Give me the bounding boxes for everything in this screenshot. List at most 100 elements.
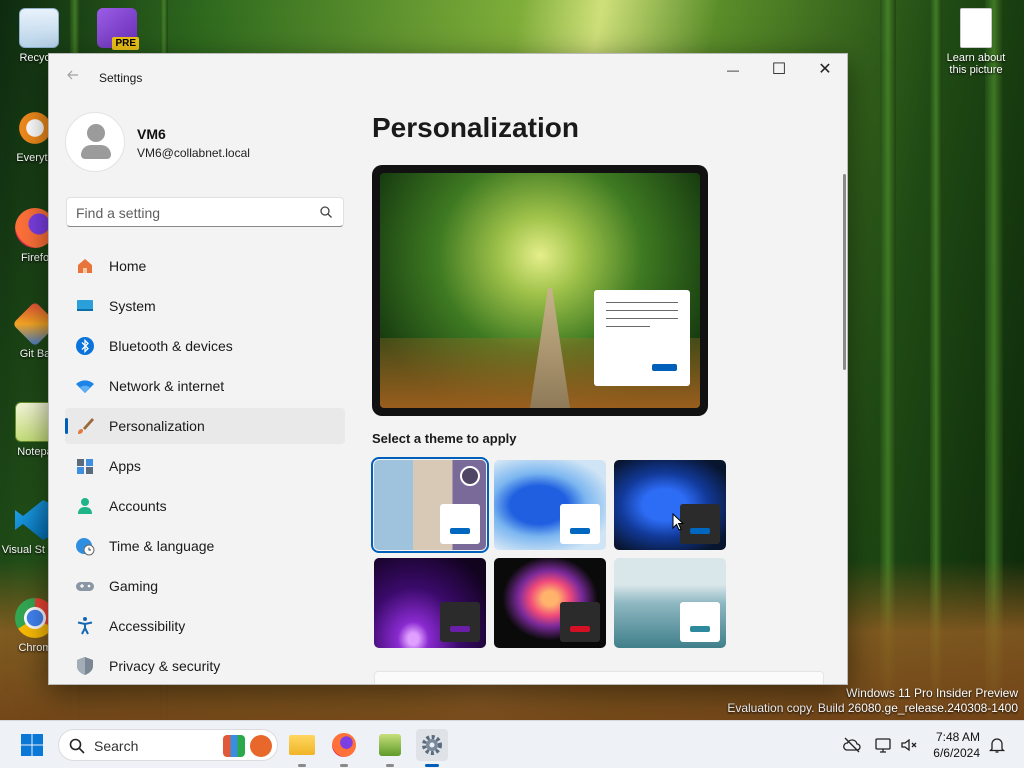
nav-label: System [109,298,156,314]
maximize-icon: ☐ [771,61,787,78]
back-arrow-icon [67,70,78,80]
globe-clock-icon [76,538,95,556]
settings-window: Settings — ☐ ✕ VM6 VM6@collabnet.local H… [48,53,848,685]
taskbar: Search 7:48 AM 6/6/2024 [0,720,1024,768]
theme-mini-window [680,602,720,642]
volume-muted-icon[interactable] [900,736,918,754]
accounts-icon [78,498,92,514]
user-profile[interactable]: VM6 VM6@collabnet.local [65,112,365,172]
nav-item-personalization[interactable]: Personalization [65,408,345,444]
nav-label: Apps [109,458,141,474]
scrollbar[interactable] [843,174,846,370]
nav-item-gaming[interactable]: Gaming [65,568,345,604]
cloud-offline-icon[interactable] [843,736,861,754]
nav-label: Privacy & security [109,658,221,674]
close-button[interactable]: ✕ [802,54,847,86]
bluetooth-icon [76,337,94,355]
theme-sunrise[interactable] [614,558,726,648]
system-display-icon [77,300,93,311]
theme-windows-dark[interactable] [614,460,726,550]
theme-captured-motion[interactable] [494,558,606,648]
gamepad-icon [76,582,94,591]
folder-icon [289,735,315,755]
find-setting-box[interactable] [66,197,344,227]
clock-date: 6/6/2024 [933,746,980,760]
taskbar-file-explorer[interactable] [286,729,318,767]
close-icon: ✕ [818,61,832,78]
theme-section-heading: Select a theme to apply [372,431,517,446]
theme-mini-window [560,602,600,642]
settings-card[interactable] [374,671,824,684]
preview-wallpaper [380,173,700,408]
nav-item-time-language[interactable]: Time & language [65,528,345,564]
nav-item-home[interactable]: Home [65,248,345,284]
desktop-icon-visual-studio-preview[interactable]: PRE [82,8,152,52]
nav-label: Gaming [109,578,159,594]
profile-name: VM6 [137,126,166,142]
profile-email: VM6@collabnet.local [137,146,250,160]
accessibility-icon [77,617,93,635]
nav-label: Personalization [109,418,205,434]
desktop-icon-label: Git Ba [19,348,51,360]
preview-dialog [594,290,690,386]
nav-label: Accessibility [109,618,186,634]
theme-spotlight[interactable] [371,457,489,553]
taskbar-search[interactable]: Search [58,729,278,761]
desktop-icon-label: Chrom [18,642,52,654]
settings-nav: Home System Bluetooth & devices Network … [65,248,345,684]
theme-mini-window [440,504,480,544]
theme-windows-light[interactable] [494,460,606,550]
nav-item-apps[interactable]: Apps [65,448,345,484]
nav-item-accessibility[interactable]: Accessibility [65,608,345,644]
desktop-icon-label: Firefo [20,252,50,264]
nav-item-system[interactable]: System [65,288,345,324]
nav-label: Time & language [109,538,215,554]
title-bar[interactable]: Settings — ☐ ✕ [49,54,847,102]
desktop-icon-learn-about-picture[interactable]: Learn about this picture [938,8,1014,76]
firefox-icon [332,733,356,757]
wifi-icon [76,380,94,393]
watermark-edition: Windows 11 Pro Insider Preview [846,686,1018,700]
system-clock[interactable]: 7:48 AM 6/6/2024 [924,729,980,761]
search-icon [69,738,85,754]
network-monitor-icon[interactable] [874,736,892,754]
nav-label: Accounts [109,498,167,514]
mouse-cursor-icon [672,513,684,531]
search-input[interactable] [76,203,306,223]
visual-studio-preview-icon: PRE [97,8,139,50]
taskbar-search-label: Search [94,738,139,754]
document-icon [960,8,992,48]
windows-start-icon[interactable] [20,733,44,757]
nav-item-accounts[interactable]: Accounts [65,488,345,524]
apps-icon [77,459,93,474]
taskbar-settings[interactable] [416,729,448,767]
preview-accent-button [652,364,677,371]
spotlight-icon [460,466,480,486]
back-button[interactable] [63,68,83,88]
nav-item-privacy-security[interactable]: Privacy & security [65,648,345,684]
search-highlight-icon [223,735,245,757]
nav-item-network[interactable]: Network & internet [65,368,345,404]
watermark-build: Evaluation copy. Build 26080.ge_release.… [727,701,1018,715]
shield-icon [77,657,93,675]
paintbrush-icon [78,418,94,434]
windows-watermark: Windows 11 Pro Insider Preview Evaluatio… [727,686,1018,716]
clock-time: 7:48 AM [935,730,980,744]
nav-label: Home [109,258,147,274]
gear-icon [422,735,442,755]
minimize-button[interactable]: — [710,54,756,86]
notification-bell-icon[interactable] [988,736,1006,754]
theme-mini-window [440,602,480,642]
nav-label: Bluetooth & devices [109,338,233,354]
home-icon [78,259,92,273]
basketball-icon [250,735,272,757]
preview-badge: PRE [112,37,139,50]
taskbar-firefox[interactable] [328,729,360,767]
theme-glow[interactable] [374,558,486,648]
nav-label: Network & internet [109,378,225,394]
window-title: Settings [99,71,143,85]
theme-mini-window [560,504,600,544]
nav-item-bluetooth[interactable]: Bluetooth & devices [65,328,345,364]
maximize-button[interactable]: ☐ [756,54,802,86]
taskbar-notepad-plus-plus[interactable] [374,729,406,767]
